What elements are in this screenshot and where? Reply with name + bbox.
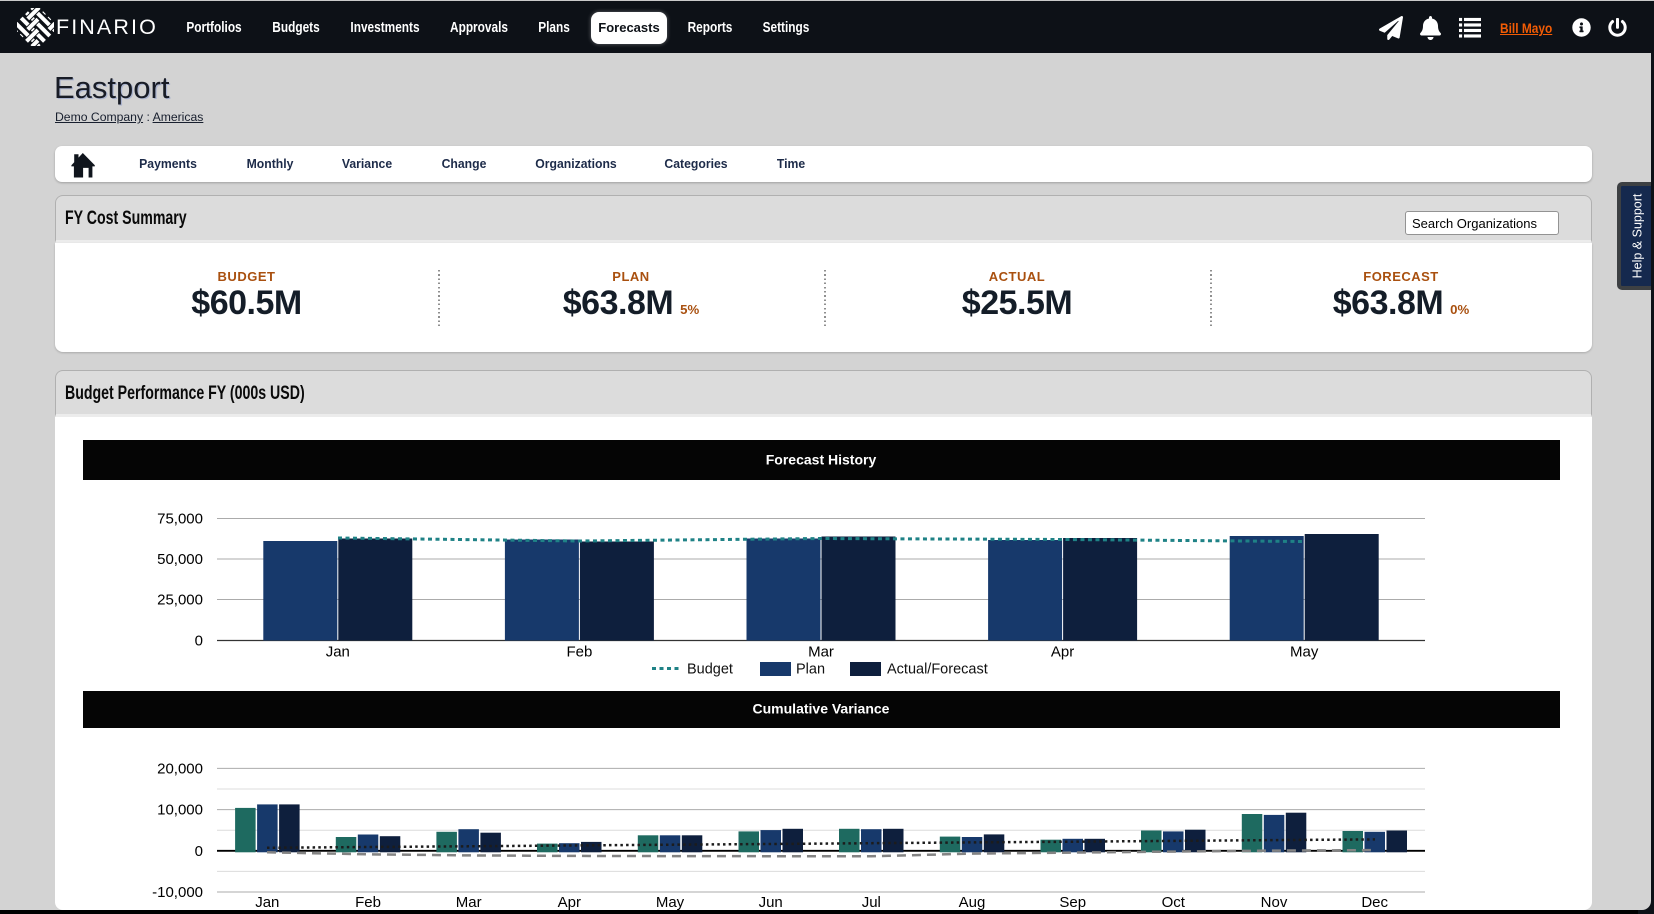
svg-text:Cumulative Variance: Cumulative Variance <box>753 701 890 717</box>
svg-text:Aug: Aug <box>959 894 986 910</box>
svg-text:Jan: Jan <box>326 644 350 661</box>
svg-text:Oct: Oct <box>1162 894 1186 910</box>
svg-text:75,000: 75,000 <box>157 511 203 528</box>
svg-text:Apr: Apr <box>558 894 581 910</box>
svg-text:0: 0 <box>195 843 203 860</box>
svg-text:Plan: Plan <box>796 662 825 678</box>
svg-text:Sep: Sep <box>1059 894 1086 910</box>
svg-text:25,000: 25,000 <box>157 592 203 609</box>
svg-text:May: May <box>1290 644 1319 661</box>
svg-text:May: May <box>656 894 685 910</box>
svg-text:0: 0 <box>195 633 203 650</box>
svg-text:Nov: Nov <box>1261 894 1288 910</box>
svg-text:Jan: Jan <box>255 894 279 910</box>
svg-text:10,000: 10,000 <box>157 802 203 819</box>
svg-text:20,000: 20,000 <box>157 760 203 777</box>
svg-text:Mar: Mar <box>456 894 482 910</box>
svg-text:-10,000: -10,000 <box>152 884 203 901</box>
svg-text:Jun: Jun <box>759 894 783 910</box>
svg-text:Jul: Jul <box>862 894 881 910</box>
svg-text:Apr: Apr <box>1051 644 1074 661</box>
svg-text:Actual/Forecast: Actual/Forecast <box>887 662 988 678</box>
svg-text:50,000: 50,000 <box>157 551 203 568</box>
svg-text:Mar: Mar <box>808 644 834 661</box>
svg-text:Dec: Dec <box>1361 894 1388 910</box>
svg-text:Feb: Feb <box>355 894 381 910</box>
svg-text:Forecast History: Forecast History <box>766 452 877 468</box>
svg-text:Feb: Feb <box>566 644 592 661</box>
svg-text:Budget: Budget <box>687 662 733 678</box>
